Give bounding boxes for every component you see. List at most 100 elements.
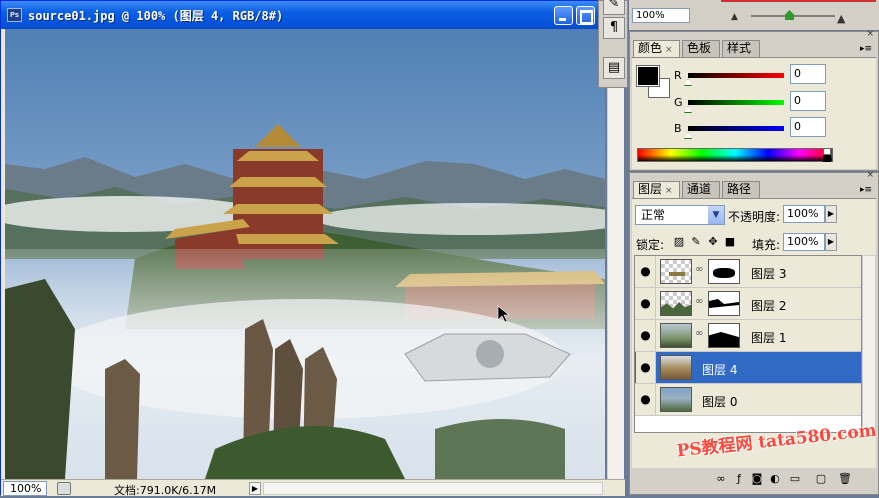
panel-close-icon[interactable]: × — [866, 170, 874, 180]
link-icon[interactable]: ∞ — [695, 264, 703, 275]
status-menu-arrow[interactable]: ▶ — [249, 482, 261, 495]
layer-row[interactable]: ● ∞ 图层 2 — [635, 288, 861, 320]
color-spectrum[interactable] — [637, 148, 833, 162]
document-info: 文档:791.0K/6.17M — [114, 484, 217, 497]
panel-close-icon[interactable]: × — [866, 29, 874, 39]
status-bar: 100% 文档:791.0K/6.17M ▶ — [1, 479, 625, 497]
layer-thumbnail — [660, 291, 692, 316]
layer-row-selected[interactable]: ● 图层 4 — [635, 352, 861, 384]
lock-pixels-icon[interactable]: ✎ — [690, 236, 702, 248]
eye-icon[interactable]: ● — [636, 288, 656, 319]
opacity-field[interactable]: 100% — [783, 205, 825, 223]
layers-bottom-toolbar: ∞ ƒ ◙ ◐ ▭ ▢ 🗑 — [632, 469, 876, 491]
paragraph-icon[interactable]: ¶ — [603, 17, 625, 39]
channel-r-slider[interactable] — [688, 73, 784, 78]
layer-thumbnail — [660, 323, 692, 348]
link-icon[interactable]: ∞ — [695, 328, 703, 339]
document-title: source01.jpg @ 100% (图层 4, RGB/8#) — [28, 9, 284, 23]
opacity-arrow-icon[interactable]: ▶ — [825, 205, 837, 223]
maximize-button[interactable] — [576, 6, 595, 25]
navigator-panel: 100% ▲ ▲ — [629, 0, 879, 30]
layer-thumbnail — [660, 355, 692, 380]
navigator-zoom-thumb[interactable] — [785, 10, 794, 20]
lock-position-icon[interactable]: ✥ — [707, 236, 719, 248]
color-panel: × 颜色 × 色板 样式 ▸≡ R 0 G 0 B 0 — [629, 29, 879, 171]
panel-menu-icon[interactable]: ▸≡ — [860, 44, 872, 54]
tab-styles[interactable]: 样式 — [722, 40, 760, 57]
layer-mask-thumbnail[interactable] — [708, 259, 740, 284]
adjustment-layer-icon[interactable]: ◐ — [768, 472, 782, 486]
eye-icon[interactable]: ● — [636, 352, 656, 383]
document-window: Ps source01.jpg @ 100% (图层 4, RGB/8#) 10… — [0, 0, 625, 497]
white-swatch[interactable] — [823, 148, 831, 155]
status-icon[interactable] — [57, 482, 71, 495]
chevron-down-icon[interactable]: ▼ — [708, 206, 724, 224]
channel-b-slider[interactable] — [688, 126, 784, 131]
new-layer-icon[interactable]: ▢ — [814, 472, 828, 486]
lock-transparency-icon[interactable]: ▨ — [673, 236, 685, 248]
layer-mask-thumbnail[interactable] — [708, 291, 740, 316]
add-mask-icon[interactable]: ◙ — [750, 472, 764, 486]
eye-icon[interactable]: ● — [636, 384, 656, 415]
layer-row[interactable]: ● ∞ 图层 3 — [635, 256, 861, 288]
document-list-icon[interactable]: ▤ — [603, 57, 625, 79]
brush-tool-icon[interactable]: ✎ — [603, 0, 625, 15]
canvas-vertical-scrollbar[interactable] — [607, 29, 624, 479]
channel-b-field[interactable]: 0 — [790, 117, 826, 137]
layer-name: 图层 2 — [751, 299, 787, 313]
new-group-icon[interactable]: ▭ — [788, 472, 802, 486]
fill-label: 填充: — [752, 238, 781, 252]
layer-list-scrollbar[interactable] — [862, 255, 876, 433]
layer-style-icon[interactable]: ƒ — [732, 472, 746, 486]
channel-b-thumb[interactable] — [684, 132, 692, 139]
layer-name: 图层 4 — [702, 363, 738, 377]
minimize-button[interactable] — [554, 6, 573, 25]
layer-thumbnail — [660, 259, 692, 284]
tab-color[interactable]: 颜色 × — [633, 40, 680, 58]
zoom-field[interactable]: 100% — [3, 481, 47, 496]
tab-paths[interactable]: 路径 — [722, 181, 760, 198]
canvas-image — [5, 29, 605, 479]
foreground-color-swatch[interactable] — [636, 65, 660, 87]
black-swatch[interactable] — [823, 155, 831, 162]
eye-icon[interactable]: ● — [636, 256, 656, 287]
fill-arrow-icon[interactable]: ▶ — [825, 233, 837, 251]
opacity-label: 不透明度: — [728, 210, 781, 224]
zoom-in-icon[interactable]: ▲ — [837, 12, 845, 25]
channel-r-thumb[interactable] — [684, 79, 692, 86]
channel-r-field[interactable]: 0 — [790, 64, 826, 84]
tab-layers[interactable]: 图层 × — [633, 181, 680, 199]
channel-g-slider[interactable] — [688, 100, 784, 105]
tab-channels[interactable]: 通道 — [682, 181, 720, 198]
layer-row[interactable]: ● ∞ 图层 1 — [635, 320, 861, 352]
tab-close-icon[interactable]: × — [665, 45, 673, 55]
link-layers-icon[interactable]: ∞ — [714, 472, 728, 486]
layer-name: 图层 1 — [751, 331, 787, 345]
layer-list: ● ∞ 图层 3 ● ∞ 图层 2 ● ∞ 图层 1 ● 图层 4 ● 图层 0 — [634, 255, 862, 433]
channel-g-label: G — [674, 96, 683, 109]
tab-swatches[interactable]: 色板 — [682, 40, 720, 57]
tab-close-icon[interactable]: × — [665, 186, 673, 196]
navigator-zoom-field[interactable]: 100% — [632, 8, 690, 23]
fill-field[interactable]: 100% — [783, 233, 825, 251]
channel-r-label: R — [674, 69, 682, 82]
canvas-horizontal-scrollbar[interactable] — [263, 482, 603, 495]
panel-menu-icon[interactable]: ▸≡ — [860, 185, 872, 195]
layer-thumbnail — [660, 387, 692, 412]
zoom-out-icon[interactable]: ▲ — [731, 12, 738, 22]
lock-all-icon[interactable]: ■ — [724, 236, 736, 248]
layer-mask-thumbnail[interactable] — [708, 323, 740, 348]
image-canvas[interactable] — [5, 29, 605, 479]
channel-g-field[interactable]: 0 — [790, 91, 826, 111]
channel-b-label: B — [674, 122, 682, 135]
lock-label: 锁定: — [636, 238, 665, 252]
layer-name: 图层 0 — [702, 395, 738, 409]
eye-icon[interactable]: ● — [636, 320, 656, 351]
trash-icon[interactable]: 🗑 — [838, 472, 852, 486]
document-titlebar[interactable]: Ps source01.jpg @ 100% (图层 4, RGB/8#) — [1, 1, 599, 29]
link-icon[interactable]: ∞ — [695, 296, 703, 307]
channel-g-thumb[interactable] — [684, 106, 692, 113]
color-panel-body: R 0 G 0 B 0 — [632, 57, 876, 169]
layer-row[interactable]: ● 图层 0 — [635, 384, 861, 416]
blend-mode-select[interactable]: 正常 ▼ — [635, 205, 725, 225]
